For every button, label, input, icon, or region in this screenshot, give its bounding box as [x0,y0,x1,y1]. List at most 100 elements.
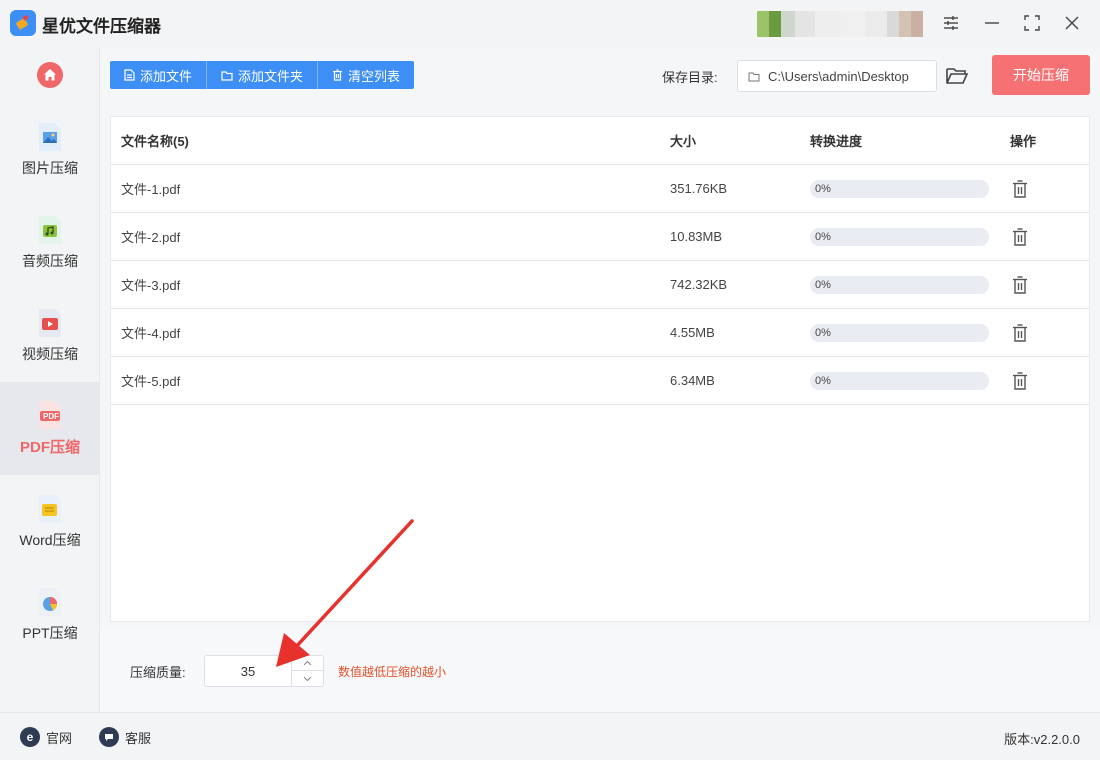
progress-text: 0% [815,374,831,387]
audio-file-icon [37,215,63,245]
add-file-label: 添加文件 [140,68,193,84]
image-file-icon [37,122,63,152]
app-title: 星优文件压缩器 [42,17,161,36]
file-size: 351.76KB [670,181,728,196]
settings-sliders-icon[interactable] [940,12,962,34]
settings-panel: 压缩质量: 35 数值越低压缩的越小 [100,630,1100,712]
delete-trash-icon[interactable] [1010,227,1030,247]
delete-trash-icon[interactable] [1010,371,1030,391]
ppt-file-icon [37,587,63,617]
sidebar-item-pdf[interactable]: PDF PDF压缩 [0,382,100,475]
delete-trash-icon[interactable] [1010,275,1030,295]
table-row[interactable]: 文件-1.pdf 351.76KB 0% [111,165,1089,213]
action-cell [1010,261,1030,308]
clear-list-label: 清空列表 [348,68,401,84]
file-size: 742.32KB [670,277,728,292]
website-link[interactable]: e 官网 [20,727,72,747]
add-file-button[interactable]: 添加文件 [110,61,208,89]
progress-bar: 0% [810,371,989,390]
folder-icon [221,70,233,81]
title-bar: 星优文件压缩器 [0,0,1100,48]
progress-bar: 0% [810,179,989,198]
file-toolbar: 添加文件 添加文件夹 清空列表 [110,61,415,89]
clear-list-button[interactable]: 清空列表 [318,61,414,89]
maximize-icon[interactable] [1021,12,1043,34]
version-text: 版本:v2.2.0.0 [1004,732,1080,747]
table-row[interactable]: 文件-4.pdf 4.55MB 0% [111,309,1089,357]
header-name: 文件名称(5) [121,134,189,149]
file-table: 文件名称(5) 大小 转换进度 操作 文件-1.pdf 351.76KB 0% … [110,116,1090,622]
ie-icon: e [20,727,40,747]
action-cell [1010,357,1030,404]
table-row[interactable]: 文件-3.pdf 742.32KB 0% [111,261,1089,309]
home-icon[interactable] [37,62,63,88]
table-row[interactable]: 文件-2.pdf 10.83MB 0% [111,213,1089,261]
progress-bar: 0% [810,323,989,342]
save-dir-field[interactable]: C:\Users\admin\Desktop [737,60,937,92]
trash-icon [333,69,343,81]
support-link[interactable]: 客服 [99,727,151,747]
sidebar-item-audio[interactable]: 音频压缩 [0,196,100,289]
app-logo-icon [10,10,36,36]
header-action: 操作 [1010,134,1037,149]
progress-text: 0% [815,230,831,243]
quality-label: 压缩质量: [130,665,186,680]
pdf-file-icon: PDF [37,400,63,430]
progress-text: 0% [815,182,831,195]
browse-folder-icon[interactable] [945,64,969,88]
progress-text: 0% [815,278,831,291]
annotation-arrow-icon [276,519,414,667]
file-name: 文件-2.pdf [121,230,181,245]
file-name: 文件-3.pdf [121,278,181,293]
add-folder-label: 添加文件夹 [238,68,304,84]
file-name: 文件-5.pdf [121,374,181,389]
sidebar-item-label: 视频压缩 [22,345,78,362]
progress-cell: 0% [810,261,989,308]
sidebar-item-ppt[interactable]: PPT压缩 [0,568,100,661]
sidebar-item-image[interactable]: 图片压缩 [0,103,100,196]
sidebar-item-label: Word压缩 [19,531,81,548]
word-file-icon [37,494,63,524]
progress-cell: 0% [810,213,989,260]
progress-cell: 0% [810,309,989,356]
sidebar-item-word[interactable]: Word压缩 [0,475,100,568]
progress-text: 0% [815,326,831,339]
delete-trash-icon[interactable] [1010,179,1030,199]
sidebar-item-label: 图片压缩 [22,159,78,176]
video-file-icon [37,308,63,338]
file-size: 10.83MB [670,229,723,244]
action-cell [1010,309,1030,356]
progress-bar: 0% [810,275,989,294]
sidebar-item-video[interactable]: 视频压缩 [0,289,100,382]
save-dir-path: C:\Users\admin\Desktop [768,68,909,84]
file-size: 6.34MB [670,373,715,388]
pdf-badge-text: PDF [43,412,59,421]
progress-cell: 0% [810,165,989,212]
footer: e 官网 客服 版本:v2.2.0.0 [0,712,1100,760]
sidebar-item-label: PPT压缩 [22,624,78,641]
sidebar-item-label: PDF压缩 [19,439,80,456]
add-folder-button[interactable]: 添加文件夹 [207,61,319,89]
file-size: 4.55MB [670,325,715,340]
file-icon [124,69,135,81]
progress-bar: 0% [810,227,989,246]
sidebar-item-label: 音频压缩 [22,252,78,269]
website-label: 官网 [46,730,73,746]
header-progress: 转换进度 [810,134,863,149]
user-avatar[interactable] [757,11,923,37]
delete-trash-icon[interactable] [1010,323,1030,343]
file-name: 文件-4.pdf [121,326,181,341]
decrement-icon[interactable] [291,671,323,686]
start-compress-button[interactable]: 开始压缩 [992,55,1090,95]
minimize-icon[interactable] [981,12,1003,34]
action-cell [1010,213,1030,260]
header-size: 大小 [670,134,697,149]
progress-cell: 0% [810,357,989,404]
support-label: 客服 [125,730,152,746]
action-cell [1010,165,1030,212]
table-header: 文件名称(5) 大小 转换进度 操作 [111,117,1089,165]
close-icon[interactable] [1061,12,1083,34]
save-dir-label: 保存目录: [662,70,718,85]
chat-icon [99,727,119,747]
table-row[interactable]: 文件-5.pdf 6.34MB 0% [111,357,1089,405]
